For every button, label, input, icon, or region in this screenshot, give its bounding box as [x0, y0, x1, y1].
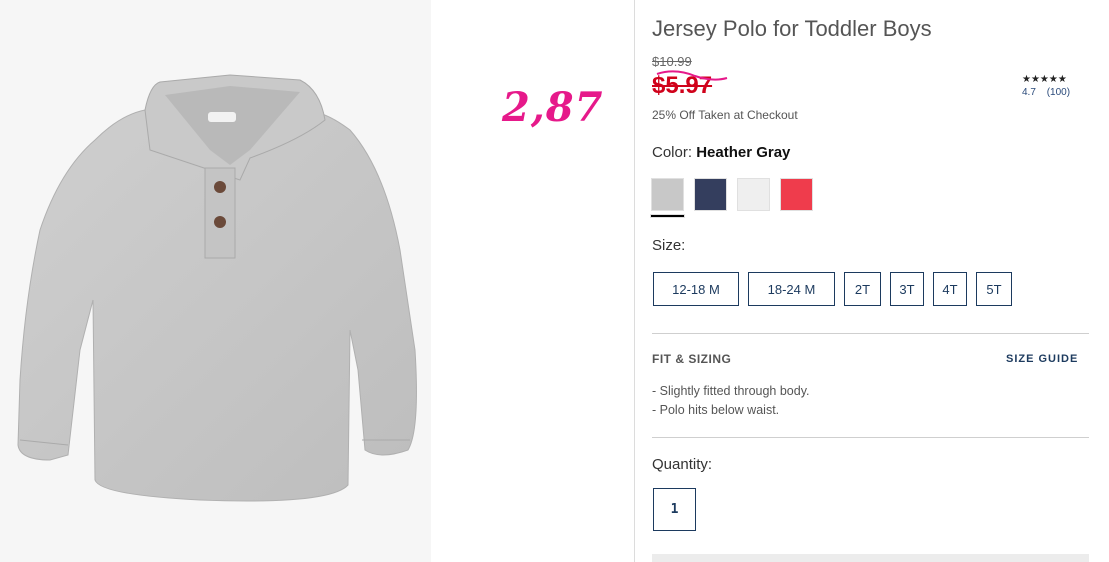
product-image — [0, 0, 431, 562]
size-5t-button[interactable]: 5T — [976, 272, 1012, 306]
fit-list: - Slightly fitted through body. - Polo h… — [652, 384, 810, 422]
stars-icon: ★★★★★ — [1022, 74, 1067, 85]
swatch-red[interactable] — [780, 178, 813, 211]
list-item: - Slightly fitted through body. — [652, 384, 810, 398]
quantity-label: Quantity: — [652, 456, 713, 473]
review-count[interactable]: (100) — [1047, 87, 1070, 98]
color-swatches — [651, 178, 823, 211]
polo-shirt-image — [17, 74, 417, 502]
size-guide-link[interactable]: SIZE GUIDE — [1006, 353, 1078, 365]
rating[interactable]: ★★★★★ 4.7 (100) — [1022, 74, 1070, 98]
size-3t-button[interactable]: 3T — [890, 272, 924, 306]
fit-sizing-title: FIT & SIZING — [652, 352, 732, 366]
list-item: - Polo hits below waist. — [652, 403, 780, 417]
swatch-heather-gray[interactable] — [651, 178, 684, 211]
divider — [652, 333, 1089, 334]
swatch-navy[interactable] — [694, 178, 727, 211]
add-to-bag-area[interactable] — [652, 554, 1089, 562]
vertical-divider — [634, 0, 635, 562]
handwritten-price-annotation: 2,87 — [502, 84, 604, 131]
size-label: Size: — [652, 237, 686, 254]
divider — [652, 437, 1089, 438]
pink-strike-annotation — [656, 70, 728, 81]
size-18-24m-button[interactable]: 18-24 M — [748, 272, 835, 306]
product-title: Jersey Polo for Toddler Boys — [652, 16, 932, 41]
size-12-18m-button[interactable]: 12-18 M — [653, 272, 739, 306]
selected-color: Heather Gray — [696, 144, 791, 161]
size-options: 12-18 M 18-24 M 2T 3T 4T 5T — [653, 272, 1021, 306]
size-4t-button[interactable]: 4T — [933, 272, 967, 306]
quantity-selector[interactable]: 1 — [653, 488, 696, 531]
discount-note: 25% Off Taken at Checkout — [652, 108, 798, 122]
color-label: Color: Heather Gray — [652, 144, 791, 161]
selected-swatch-indicator — [650, 214, 685, 218]
size-2t-button[interactable]: 2T — [844, 272, 881, 306]
swatch-white[interactable] — [737, 178, 770, 211]
rating-score: 4.7 — [1022, 87, 1036, 98]
